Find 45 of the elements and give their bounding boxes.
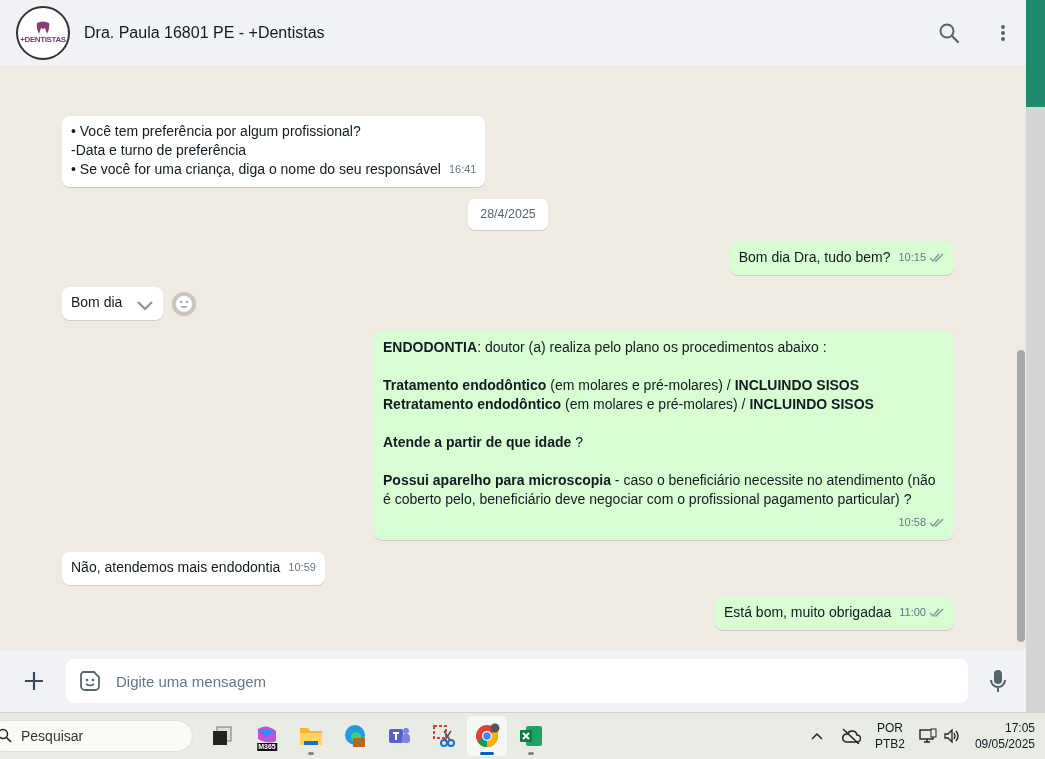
- message-text: Não, atendemos mais endodontia: [71, 558, 281, 577]
- tooth-icon: [35, 21, 51, 35]
- scrollbar-thumb[interactable]: [1017, 350, 1025, 642]
- browser-icon: [474, 723, 500, 749]
- message-time: 10:15: [898, 250, 926, 265]
- message-text: Possui aparelho para microscopia - caso o beneficiário necessite no atendimento (não é coberto pelo, beneficiário deve negociar com o profissional pagamento particular) ?: [383, 471, 937, 509]
- message-text: • Se você for uma criança, diga o nome do seu responsável: [71, 160, 441, 180]
- message-time: 11:00: [899, 605, 926, 620]
- sticker-icon[interactable]: [79, 670, 101, 692]
- message-text: Está bom, muito obrigadaa: [723, 603, 892, 622]
- search-icon: [938, 21, 960, 44]
- search-icon: [0, 728, 12, 744]
- date-label: 28/4/2025: [468, 199, 548, 230]
- message-text: ENDODONTIA: doutor (a) realiza pelo plano os procedimentos abaixo :: [383, 338, 828, 357]
- logo-text: +DENTISTAS: [20, 36, 66, 44]
- message-time: 10:59: [288, 560, 316, 575]
- chat-title: Dra. Paula 16801 PE - +Dentistas: [84, 22, 326, 43]
- monitor-icon[interactable]: [918, 728, 937, 744]
- keyboard-layout-label[interactable]: PTB2: [874, 736, 905, 752]
- chevron-up-icon: [810, 732, 823, 740]
- language-label[interactable]: POR: [876, 720, 903, 736]
- microphone-icon: [990, 669, 1006, 693]
- message-text: -Data e turno de preferência: [71, 141, 248, 161]
- cloud-off-icon[interactable]: [840, 728, 861, 744]
- speaker-icon[interactable]: [942, 728, 961, 744]
- menu-icon: [1000, 22, 1006, 43]
- message-text: Bom dia Dra, tudo bem?: [738, 248, 891, 267]
- taskbar-app[interactable]: [467, 716, 507, 756]
- smiley-icon: [171, 290, 198, 317]
- spreadsheet-icon: [518, 723, 544, 749]
- message-text: • Você tem preferência por algum profissional?: [71, 122, 362, 142]
- message-time: 10:58: [898, 515, 926, 530]
- chevron-down-icon[interactable]: [136, 300, 155, 312]
- plus-icon: [24, 671, 44, 691]
- message-time: 16:41: [448, 162, 477, 178]
- message-text: Tratamento endodôntico (em molares e pré-molares) / INCLUINDO SISOS: [383, 376, 861, 395]
- clock-date[interactable]: 09/05/2025: [974, 736, 1035, 752]
- browser-icon: [342, 723, 368, 749]
- scissors-icon: [430, 723, 456, 749]
- message-text: Bom dia: [71, 293, 123, 312]
- message-input[interactable]: Digite uma mensagem: [66, 659, 968, 703]
- message-text: Retratamento endodôntico (em molares e pré-molares) / INCLUINDO SISOS: [383, 395, 875, 414]
- clock-time[interactable]: 17:05: [1004, 720, 1035, 736]
- taskbar-search[interactable]: Pesquisar: [0, 720, 193, 752]
- message-text: Atende a partir de que idade ?: [383, 433, 584, 452]
